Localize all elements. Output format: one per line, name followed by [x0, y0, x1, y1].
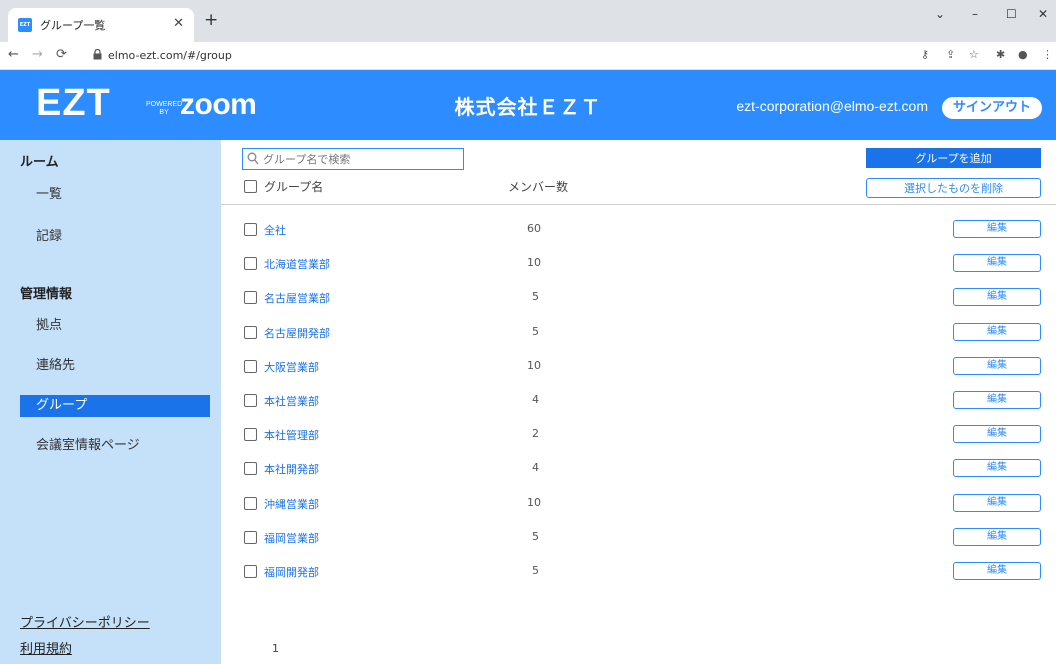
forward-icon[interactable]: → — [32, 47, 43, 62]
terms-link[interactable]: 利用規約 — [20, 638, 72, 657]
tab-search-icon[interactable]: ⌄ — [935, 7, 945, 21]
member-count: 10 — [527, 359, 541, 372]
group-name-link[interactable]: 名古屋営業部 — [264, 290, 330, 306]
group-name-link[interactable]: 大阪営業部 — [264, 359, 319, 375]
maximize-icon[interactable]: ☐ — [1006, 7, 1017, 21]
minimize-icon[interactable]: – — [972, 7, 978, 21]
menu-kebab-icon[interactable]: ⋮ — [1042, 48, 1053, 61]
member-count: 4 — [532, 393, 539, 406]
row-checkbox[interactable] — [244, 462, 257, 475]
search-box[interactable] — [242, 148, 464, 170]
search-input[interactable] — [263, 151, 459, 167]
privacy-policy-link[interactable]: プライバシーポリシー — [20, 612, 150, 631]
edit-button[interactable]: 編集 — [953, 357, 1041, 375]
lock-icon — [93, 49, 102, 60]
tab-title: グループ一覧 — [40, 19, 106, 32]
row-checkbox[interactable] — [244, 326, 257, 339]
row-checkbox[interactable] — [244, 428, 257, 441]
row-checkbox[interactable] — [244, 394, 257, 407]
page-number[interactable]: 1 — [272, 642, 279, 655]
extensions-icon[interactable]: ✱ — [996, 48, 1005, 61]
edit-button[interactable]: 編集 — [953, 425, 1041, 443]
bookmark-star-icon[interactable]: ☆ — [969, 48, 979, 61]
group-name-link[interactable]: 沖縄営業部 — [264, 496, 319, 512]
tab-close-icon[interactable]: ✕ — [173, 16, 184, 31]
add-group-button[interactable]: グループを追加 — [866, 148, 1041, 168]
edit-button[interactable]: 編集 — [953, 323, 1041, 341]
edit-button[interactable]: 編集 — [953, 459, 1041, 477]
search-icon — [247, 152, 259, 165]
group-name-link[interactable]: 本社営業部 — [264, 393, 319, 409]
sidebar-item-contacts[interactable]: 連絡先 — [20, 355, 210, 377]
member-count: 4 — [532, 461, 539, 474]
row-checkbox[interactable] — [244, 565, 257, 578]
url-field[interactable]: elmo-ezt.com/#/group — [108, 49, 232, 62]
app-header: EZT POWERED BY zoom 株式会社ＥＺＴ ezt-corporat… — [0, 70, 1056, 140]
row-checkbox[interactable] — [244, 257, 257, 270]
window-close-icon[interactable]: ✕ — [1038, 7, 1048, 21]
group-name-link[interactable]: 福岡営業部 — [264, 530, 319, 546]
back-icon[interactable]: ← — [8, 47, 19, 62]
member-count: 5 — [532, 290, 539, 303]
row-checkbox[interactable] — [244, 291, 257, 304]
share-icon[interactable]: ⇪ — [946, 48, 955, 61]
user-email: ezt-corporation@elmo-ezt.com — [736, 98, 928, 114]
member-count: 10 — [527, 256, 541, 269]
edit-button[interactable]: 編集 — [953, 494, 1041, 512]
row-checkbox[interactable] — [244, 531, 257, 544]
edit-button[interactable]: 編集 — [953, 220, 1041, 238]
group-name-link[interactable]: 全社 — [264, 222, 286, 238]
member-count: 5 — [532, 530, 539, 543]
edit-button[interactable]: 編集 — [953, 254, 1041, 272]
member-count: 5 — [532, 325, 539, 338]
row-checkbox[interactable] — [244, 223, 257, 236]
sidebar-item-locations[interactable]: 拠点 — [20, 315, 210, 337]
sidebar-item-records[interactable]: 記録 — [20, 226, 210, 248]
signout-button[interactable]: サインアウト — [942, 97, 1042, 119]
zoom-favicon-icon: EZT — [18, 18, 32, 32]
section-room: ルーム — [20, 155, 59, 170]
group-name-link[interactable]: 本社管理部 — [264, 427, 319, 443]
browser-tab[interactable]: EZT グループ一覧 ✕ — [8, 8, 194, 42]
group-name-link[interactable]: 本社開発部 — [264, 461, 319, 477]
sidebar-item-groups[interactable]: グループ — [20, 395, 210, 417]
row-checkbox[interactable] — [244, 360, 257, 373]
group-name-link[interactable]: 福岡開発部 — [264, 564, 319, 580]
address-bar: ← → ⟳ elmo-ezt.com/#/group ⚷ ⇪ ☆ ✱ ● ⋮ — [0, 42, 1056, 70]
profile-icon[interactable]: ● — [1018, 48, 1028, 61]
row-checkbox[interactable] — [244, 497, 257, 510]
member-count: 2 — [532, 427, 539, 440]
group-name-link[interactable]: 名古屋開発部 — [264, 325, 330, 341]
section-manage: 管理情報 — [20, 287, 73, 302]
edit-button[interactable]: 編集 — [953, 288, 1041, 306]
column-header-group-name: グループ名 — [264, 180, 324, 194]
delete-selected-button[interactable]: 選択したものを削除 — [866, 178, 1041, 198]
member-count: 60 — [527, 222, 541, 235]
reload-icon[interactable]: ⟳ — [56, 47, 67, 62]
sidebar-item-list[interactable]: 一覧 — [20, 184, 210, 206]
new-tab-icon[interactable]: + — [204, 12, 218, 29]
member-count: 10 — [527, 496, 541, 509]
edit-button[interactable]: 編集 — [953, 391, 1041, 409]
edit-button[interactable]: 編集 — [953, 528, 1041, 546]
sidebar-item-meeting-rooms[interactable]: 会議室情報ページ — [20, 435, 210, 457]
key-icon[interactable]: ⚷ — [921, 48, 929, 61]
group-name-link[interactable]: 北海道営業部 — [264, 256, 330, 272]
edit-button[interactable]: 編集 — [953, 562, 1041, 580]
column-header-member-count: メンバー数 — [508, 180, 569, 194]
select-all-checkbox[interactable] — [244, 180, 257, 193]
sidebar: ルーム 一覧 記録 管理情報 拠点 連絡先 グループ 会議室情報ページ プライバ… — [0, 140, 221, 664]
browser-tab-bar: EZT グループ一覧 ✕ + ⌄ – ☐ ✕ — [0, 0, 1056, 42]
member-count: 5 — [532, 564, 539, 577]
header-divider — [221, 204, 1056, 205]
